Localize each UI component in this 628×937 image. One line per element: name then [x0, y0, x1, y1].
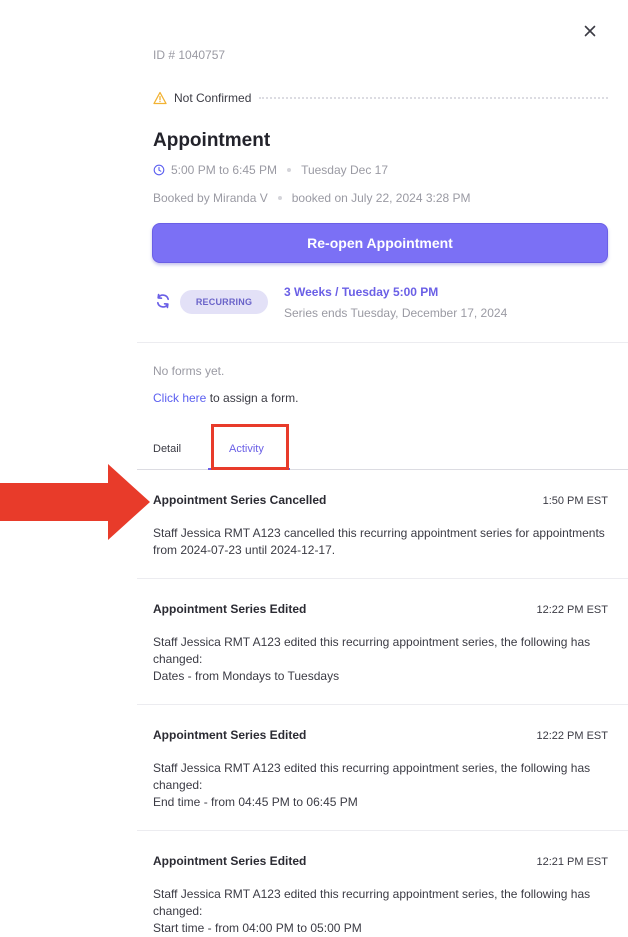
activity-line: Staff Jessica RMT A123 edited this recur…	[153, 635, 591, 666]
close-button[interactable]	[581, 22, 599, 40]
status-row: Not Confirmed	[153, 89, 608, 107]
assign-form-row: Click here to assign a form.	[153, 391, 298, 405]
activity-line: Dates - from Mondays to Tuesdays	[153, 669, 340, 683]
annotation-highlight-box	[211, 424, 289, 470]
activity-title: Appointment Series Cancelled	[153, 493, 327, 507]
annotation-arrow	[0, 464, 150, 540]
activity-title: Appointment Series Edited	[153, 728, 307, 742]
status-label: Not Confirmed	[174, 91, 252, 105]
separator-dot	[287, 168, 292, 172]
tab-detail[interactable]: Detail	[153, 443, 181, 455]
activity-time: 12:21 PM EST	[536, 856, 608, 868]
time-range: 5:00 PM to 6:45 PM	[171, 163, 278, 177]
activity-line: Start time - from 04:00 PM to 05:00 PM	[153, 921, 362, 935]
activity-line: Staff Jessica RMT A123 edited this recur…	[153, 887, 591, 918]
recurring-schedule-link[interactable]: 3 Weeks / Tuesday 5:00 PM	[284, 285, 438, 299]
activity-time: 12:22 PM EST	[536, 604, 608, 616]
close-icon	[584, 25, 596, 37]
booked-on: booked on July 22, 2024 3:28 PM	[291, 191, 471, 205]
appointment-date: Tuesday Dec 17	[301, 163, 388, 177]
activity-line: Staff Jessica RMT A123 edited this recur…	[153, 761, 591, 792]
activity-time: 1:50 PM EST	[542, 495, 608, 507]
activity-line: Staff Jessica RMT A123 cancelled this re…	[153, 526, 605, 557]
page-title: Appointment	[153, 130, 271, 151]
appointment-id: ID # 1040757	[153, 48, 226, 62]
booked-by: Booked by Miranda V	[153, 191, 268, 205]
assign-form-link[interactable]: Click here	[153, 391, 206, 405]
reopen-appointment-button[interactable]: Re-open Appointment	[152, 223, 608, 263]
forms-empty-text: No forms yet.	[153, 364, 225, 378]
booked-row: Booked by Miranda V booked on July 22, 2…	[153, 190, 471, 206]
refresh-icon	[154, 292, 172, 310]
activity-time: 12:22 PM EST	[536, 730, 608, 742]
activity-item: Appointment Series Edited 12:22 PM EST S…	[137, 579, 628, 705]
status-dotted-line	[259, 97, 608, 99]
activity-item: Appointment Series Edited 12:21 PM EST S…	[137, 831, 628, 937]
activity-item: Appointment Series Edited 12:22 PM EST S…	[137, 705, 628, 831]
time-row: 5:00 PM to 6:45 PM Tuesday Dec 17	[153, 162, 388, 178]
activity-title: Appointment Series Edited	[153, 602, 307, 616]
assign-form-suffix: to assign a form.	[206, 391, 299, 405]
activity-description: Staff Jessica RMT A123 edited this recur…	[153, 760, 608, 811]
activity-list: Appointment Series Cancelled 1:50 PM EST…	[137, 470, 628, 937]
recurring-badge: RECURRING	[180, 290, 268, 314]
series-end-date: Series ends Tuesday, December 17, 2024	[284, 306, 508, 320]
activity-description: Staff Jessica RMT A123 edited this recur…	[153, 634, 608, 685]
activity-description: Staff Jessica RMT A123 cancelled this re…	[153, 525, 608, 559]
clock-icon	[153, 164, 165, 176]
separator-dot	[277, 196, 282, 200]
activity-line: End time - from 04:45 PM to 06:45 PM	[153, 795, 358, 809]
warning-icon	[153, 91, 167, 105]
activity-description: Staff Jessica RMT A123 edited this recur…	[153, 886, 608, 937]
section-divider	[137, 342, 628, 343]
activity-title: Appointment Series Edited	[153, 854, 307, 868]
activity-item: Appointment Series Cancelled 1:50 PM EST…	[137, 470, 628, 579]
